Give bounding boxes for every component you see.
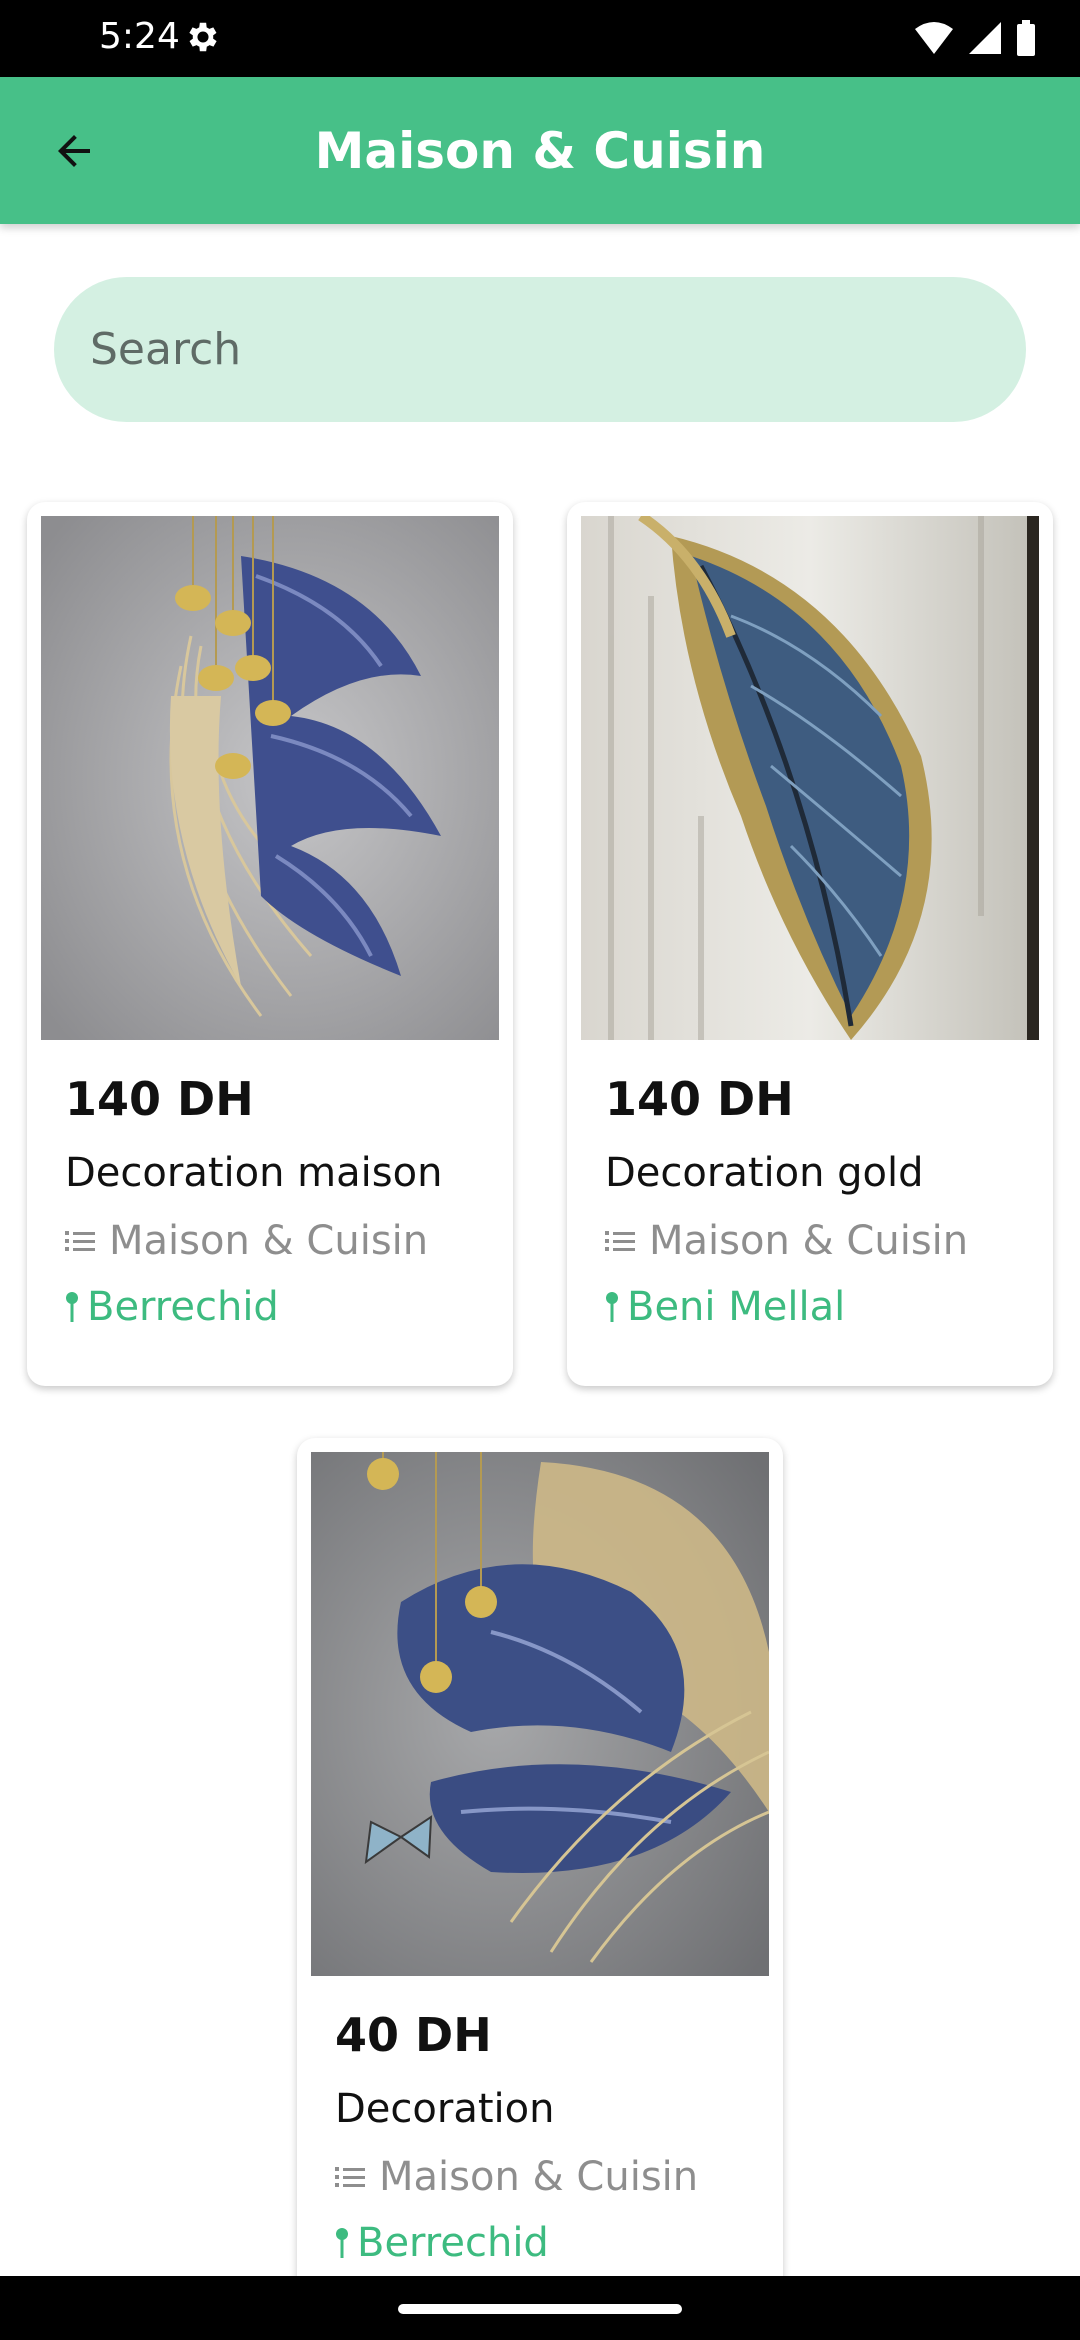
status-bar: 5:24: [0, 0, 1080, 77]
product-name: Decoration: [335, 2086, 555, 2132]
product-location-label: Berrechid: [87, 1284, 279, 1330]
product-category-label: Maison & Cuisin: [109, 1218, 429, 1264]
settings-gear-icon: [184, 18, 222, 61]
product-location: Berrechid: [65, 1284, 279, 1330]
product-card[interactable]: 140 DH Decoration gold Maison & Cuisin B…: [567, 502, 1053, 1386]
product-category: Maison & Cuisin: [335, 2154, 698, 2200]
page-title: Maison & Cuisin: [314, 122, 766, 180]
wifi-icon: [914, 21, 954, 60]
product-name: Decoration maison: [65, 1150, 443, 1196]
status-time: 5:24: [99, 16, 180, 57]
signal-icon: [968, 21, 1002, 60]
product-image: [41, 516, 499, 1040]
product-price: 140 DH: [65, 1072, 254, 1126]
product-price: 140 DH: [605, 1072, 794, 1126]
product-price: 40 DH: [335, 2008, 492, 2062]
product-category-label: Maison & Cuisin: [649, 1218, 969, 1264]
list-icon: [605, 1231, 635, 1251]
location-pin-icon: [606, 1292, 618, 1322]
product-category-label: Maison & Cuisin: [379, 2154, 699, 2200]
product-location-label: Berrechid: [357, 2220, 549, 2266]
product-card[interactable]: 40 DH Decoration Maison & Cuisin Berrech…: [297, 1438, 783, 2338]
search-bar[interactable]: [54, 277, 1026, 422]
battery-icon: [1016, 20, 1036, 61]
list-icon: [335, 2167, 365, 2187]
location-pin-icon: [66, 1292, 78, 1322]
product-location: Berrechid: [335, 2220, 549, 2266]
search-input[interactable]: [90, 277, 990, 422]
product-image: [311, 1452, 769, 1976]
product-name: Decoration gold: [605, 1150, 924, 1196]
product-location: Beni Mellal: [605, 1284, 845, 1330]
location-pin-icon: [336, 2228, 348, 2258]
list-icon: [65, 1231, 95, 1251]
product-category: Maison & Cuisin: [65, 1218, 428, 1264]
home-gesture-handle[interactable]: [398, 2304, 682, 2314]
system-nav-bar: [0, 2276, 1080, 2340]
product-image: [581, 516, 1039, 1040]
product-location-label: Beni Mellal: [627, 1284, 846, 1330]
app-bar: Maison & Cuisin: [0, 77, 1080, 224]
product-card[interactable]: 140 DH Decoration maison Maison & Cuisin…: [27, 502, 513, 1386]
product-category: Maison & Cuisin: [605, 1218, 968, 1264]
